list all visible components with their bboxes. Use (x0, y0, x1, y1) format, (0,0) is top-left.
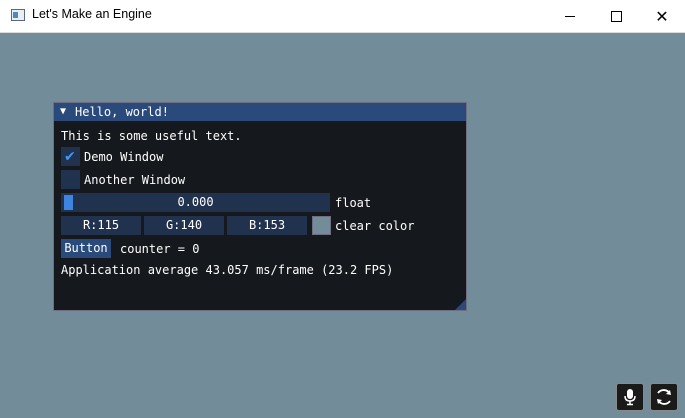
counter-text: counter = 0 (120, 242, 200, 256)
maximize-icon (610, 10, 622, 22)
useful-text: This is some useful text. (61, 129, 242, 143)
close-icon: ✕ (655, 6, 669, 26)
float-label: float (335, 196, 372, 210)
color-swatch[interactable] (312, 216, 331, 235)
microphone-button[interactable] (616, 383, 644, 411)
imgui-window-hello-world[interactable]: ▼ Hello, world! This is some useful text… (53, 102, 467, 311)
title-bar[interactable]: Let's Make an Engine ✕ (0, 0, 685, 33)
float-slider[interactable]: 0.000 (61, 193, 330, 212)
collapse-arrow-icon[interactable]: ▼ (60, 103, 66, 121)
imgui-title-bar[interactable]: ▼ Hello, world! (54, 103, 466, 121)
resize-grip-icon[interactable] (455, 299, 466, 310)
counter-button[interactable]: Button (61, 239, 111, 258)
sync-icon (657, 389, 671, 405)
color-r-field[interactable]: R:115 (61, 216, 141, 235)
close-button[interactable]: ✕ (639, 0, 685, 32)
microphone-icon (624, 389, 636, 406)
sync-button[interactable] (650, 383, 678, 411)
minimize-button[interactable] (547, 0, 593, 32)
demo-window-label: Demo Window (84, 150, 164, 164)
window-title: Let's Make an Engine (32, 7, 152, 21)
another-window-label: Another Window (84, 173, 186, 187)
color-b-field[interactable]: B:153 (227, 216, 307, 235)
checkmark-icon: ✔ (64, 149, 76, 165)
slider-value: 0.000 (177, 195, 214, 209)
app-window-icon (11, 9, 25, 21)
another-window-checkbox[interactable] (61, 170, 80, 189)
fps-stats-text: Application average 43.057 ms/frame (23.… (61, 263, 394, 277)
demo-window-checkbox[interactable]: ✔ (61, 147, 80, 166)
clear-color-label: clear color (335, 219, 415, 233)
minimize-icon (565, 15, 575, 17)
imgui-window-title: Hello, world! (75, 105, 169, 119)
color-g-field[interactable]: G:140 (144, 216, 224, 235)
maximize-button[interactable] (593, 0, 639, 32)
